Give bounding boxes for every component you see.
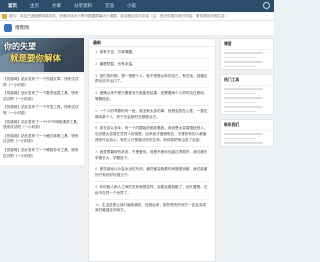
notice-bar: 提示：本站已适配移动端浏览，页面字体大小等可根据屏幕大小调整，欢迎各位访问本站（… bbox=[0, 12, 274, 21]
paragraph-number: 5. bbox=[95, 108, 99, 113]
divider bbox=[95, 122, 209, 124]
sidebar-box: 热门工具 bbox=[220, 74, 274, 115]
list-item[interactable]: 【伤感网】站长发布了一个硬核手写工具，快来试试吧（一小时前） bbox=[3, 148, 81, 159]
paragraph-number: 4. bbox=[95, 91, 99, 96]
list-item[interactable]: 【伤感网】站长发布了一个伤感文章，快来试试吧（一小时前） bbox=[3, 77, 81, 88]
left-article-list: 【伤感网】站长发布了一个伤感文章，快来试试吧（一小时前） 【伤感网】站长发布了一… bbox=[0, 74, 84, 166]
nav-item-5[interactable]: 小说 bbox=[127, 3, 136, 9]
nav-item-3[interactable]: 分享资料 bbox=[74, 3, 92, 9]
list-item[interactable]: 【伤感网】站长发布了一个开发工具，快来试试吧（一小时前） bbox=[3, 105, 81, 116]
paragraph: 10. 生活总是让我们遍体鳞伤，但到后来，那些受伤的地方一定会变成我们最强壮的地… bbox=[89, 203, 215, 215]
paragraph: 3. 回忆的时候，想一想那个人，就不再是从前的自己，有些话，到嘴边再也说不出口了… bbox=[89, 74, 215, 86]
paragraph: 7. 我觉得最好的状态，不是爱你，而是不爱你也能过得很好，我们都在学着长大，学着… bbox=[89, 150, 215, 162]
paragraph-text: 痛是短暂，也有余温。 bbox=[99, 61, 136, 66]
right-sidebar: 博客 热门工具 联系我们 bbox=[220, 38, 274, 151]
notice-text: 提示：本站已适配移动端浏览，页面字体大小等可根据屏幕大小调整，欢迎各位访问本站（… bbox=[9, 13, 229, 18]
paragraph: 1. 唯有不苦，方得清醒。 bbox=[89, 50, 215, 56]
sidebar-box-title: 联系我们 bbox=[224, 122, 270, 131]
paragraph: 2. 痛是短暂，也有余温。 bbox=[89, 62, 215, 68]
paragraph-number: 10. bbox=[95, 202, 101, 207]
paragraph-text: 我觉得最好的状态，不是爱你，而是不爱你也能过得很好，我们都在学着长大，学着放下。 bbox=[95, 149, 208, 160]
paragraph-text: 那些曾经以为会永远的东西，最终都会随着时间慢慢消散，我们能做的只有好好珍惜当下。 bbox=[95, 167, 208, 178]
placeholder-line bbox=[224, 142, 264, 144]
placeholder-line bbox=[224, 97, 264, 99]
list-item-text: 【伤感网】站长发布了一个数学运算工具，快来试试吧（一小时前） bbox=[3, 91, 79, 101]
sidebar-box-content bbox=[224, 88, 270, 112]
site-name[interactable]: 博客网 bbox=[15, 25, 29, 31]
settings-gear-icon[interactable] bbox=[263, 2, 270, 9]
divider bbox=[95, 163, 209, 165]
divider bbox=[95, 57, 209, 59]
placeholder-line bbox=[224, 137, 257, 139]
paragraph: 6. 成长这么多年，有一个问题始终困扰着我，我总是太容易相信别人，也总是太容易在… bbox=[89, 126, 215, 143]
sidebar-box-title: 博客 bbox=[224, 41, 270, 50]
main-heading: 最新 bbox=[89, 39, 215, 47]
placeholder-line bbox=[224, 106, 264, 108]
list-item-text: 【伤感网】站长发布了一个开发工具，快来试试吧（一小时前） bbox=[3, 105, 79, 115]
site-logo[interactable] bbox=[4, 24, 12, 32]
paragraph: 8. 那些曾经以为会永远的东西，最终都会随着时间慢慢消散，我们能做的只有好好珍惜… bbox=[89, 167, 215, 179]
site-header: 博客网 bbox=[0, 21, 274, 35]
main-content: 最新 1. 唯有不苦，方得清醒。 2. 痛是短暂，也有余温。 3. 回忆的时候，… bbox=[88, 38, 216, 262]
paragraph-text: 成长这么多年，有一个问题始终困扰着我，我总是太容易相信别人，也总是太容易在意别人… bbox=[95, 126, 208, 142]
placeholder-line bbox=[224, 92, 257, 94]
paragraph-text: 有时候人和人之间的关系就是这样，走着走着就散了，回头看看，已经不在同一个世界了。 bbox=[95, 184, 208, 195]
placeholder-line bbox=[224, 101, 257, 103]
nav-item-4[interactable]: 交流 bbox=[105, 3, 114, 9]
banner-line-2: 就是要你解体 bbox=[10, 54, 62, 64]
placeholder-line bbox=[224, 65, 257, 67]
paragraph-text: 回忆的时候，想一想那个人，就不再是从前的自己，有些话，到嘴边再也说不出口了。 bbox=[95, 73, 208, 84]
list-item-text: 【伤感网】站长发布了一个硬核手写工具，快来试试吧（一小时前） bbox=[3, 147, 79, 158]
paragraph-number: 7. bbox=[95, 149, 99, 154]
banner-line-1: 你的失望 bbox=[4, 42, 36, 51]
paragraph-number: 8. bbox=[95, 167, 99, 172]
divider bbox=[95, 180, 209, 182]
list-item-text: 【伤感网】站长发布了一个HTTP网络请求工具，快来试试吧（一小时前） bbox=[3, 119, 81, 130]
list-item[interactable]: 【伤感网】站长发布了一个格式转换工具，快来试试吧（一小时前） bbox=[3, 134, 81, 145]
paragraph-number: 9. bbox=[95, 184, 99, 189]
paragraph-text: 生活总是让我们遍体鳞伤，但到后来，那些受伤的地方一定会变成我们最强壮的地方。 bbox=[95, 202, 207, 213]
sidebar-box-content bbox=[224, 52, 270, 67]
divider bbox=[95, 104, 209, 106]
nav-item-0[interactable]: 首页 bbox=[8, 3, 17, 9]
divider bbox=[95, 198, 209, 200]
placeholder-line bbox=[224, 88, 264, 90]
placeholder-line bbox=[224, 52, 264, 54]
divider bbox=[95, 87, 209, 89]
sidebar-box-content bbox=[224, 133, 270, 144]
placeholder-line bbox=[224, 56, 257, 58]
left-column: 你的失望 就是要你解体 【伤感网】站长发布了一个伤感文章，快来试试吧（一小时前）… bbox=[0, 38, 84, 166]
placeholder-line bbox=[224, 61, 264, 63]
paragraph-text: 唯有不苦，方得清醒。 bbox=[99, 50, 136, 54]
nav-item-1[interactable]: 主页 bbox=[30, 3, 39, 9]
sidebar-box-title: 热门工具 bbox=[224, 77, 270, 86]
placeholder-line bbox=[224, 133, 264, 135]
paragraph-number: 6. bbox=[95, 126, 99, 131]
paragraph: 9. 有时候人和人之间的关系就是这样，走着走着就散了，回头看看，已经不在同一个世… bbox=[89, 185, 215, 197]
divider bbox=[95, 69, 209, 71]
notice-bell-icon bbox=[2, 13, 7, 19]
sidebar-box: 博客 bbox=[220, 38, 274, 70]
paragraph-number: 2. bbox=[95, 61, 99, 66]
paragraph: 5. 一个人的青春时有一段，就没有太多的事，就是会放在心里，一直在期待某个人，终… bbox=[89, 109, 215, 121]
placeholder-line bbox=[224, 110, 257, 112]
sidebar-box: 联系我们 bbox=[220, 119, 274, 147]
paragraph-number: 3. bbox=[95, 73, 99, 78]
paragraph-number: 1. bbox=[95, 50, 99, 54]
banner-image[interactable]: 你的失望 就是要你解体 bbox=[0, 38, 84, 72]
nav-item-2[interactable]: 文章 bbox=[52, 3, 61, 9]
list-item[interactable]: 【伤感网】站长发布了一个HTTP网络请求工具，快来试试吧（一小时前） bbox=[3, 120, 81, 131]
list-item-text: 【伤感网】站长发布了一个格式转换工具，快来试试吧（一小时前） bbox=[3, 133, 79, 144]
divider bbox=[95, 145, 209, 147]
list-item[interactable]: 【伤感网】站长发布了一个数学运算工具，快来试试吧（一小时前） bbox=[3, 91, 81, 102]
paragraph-text: 一个人的青春时有一段，就没有太多的事，就是会放在心里，一直在期待某个人，终于也会… bbox=[95, 108, 208, 119]
paragraph: 4. 爱情从来不是只要爱对方就能有结果，还需要两个人同时站在原地，等着彼此。 bbox=[89, 91, 215, 103]
paragraph-text: 爱情从来不是只要爱对方就能有结果，还需要两个人同时站在原地，等着彼此。 bbox=[95, 91, 208, 101]
list-item-text: 【伤感网】站长发布了一个伤感文章，快来试试吧（一小时前） bbox=[3, 77, 79, 87]
top-navigation: 首页 主页 文章 分享资料 交流 小说 bbox=[0, 0, 274, 12]
